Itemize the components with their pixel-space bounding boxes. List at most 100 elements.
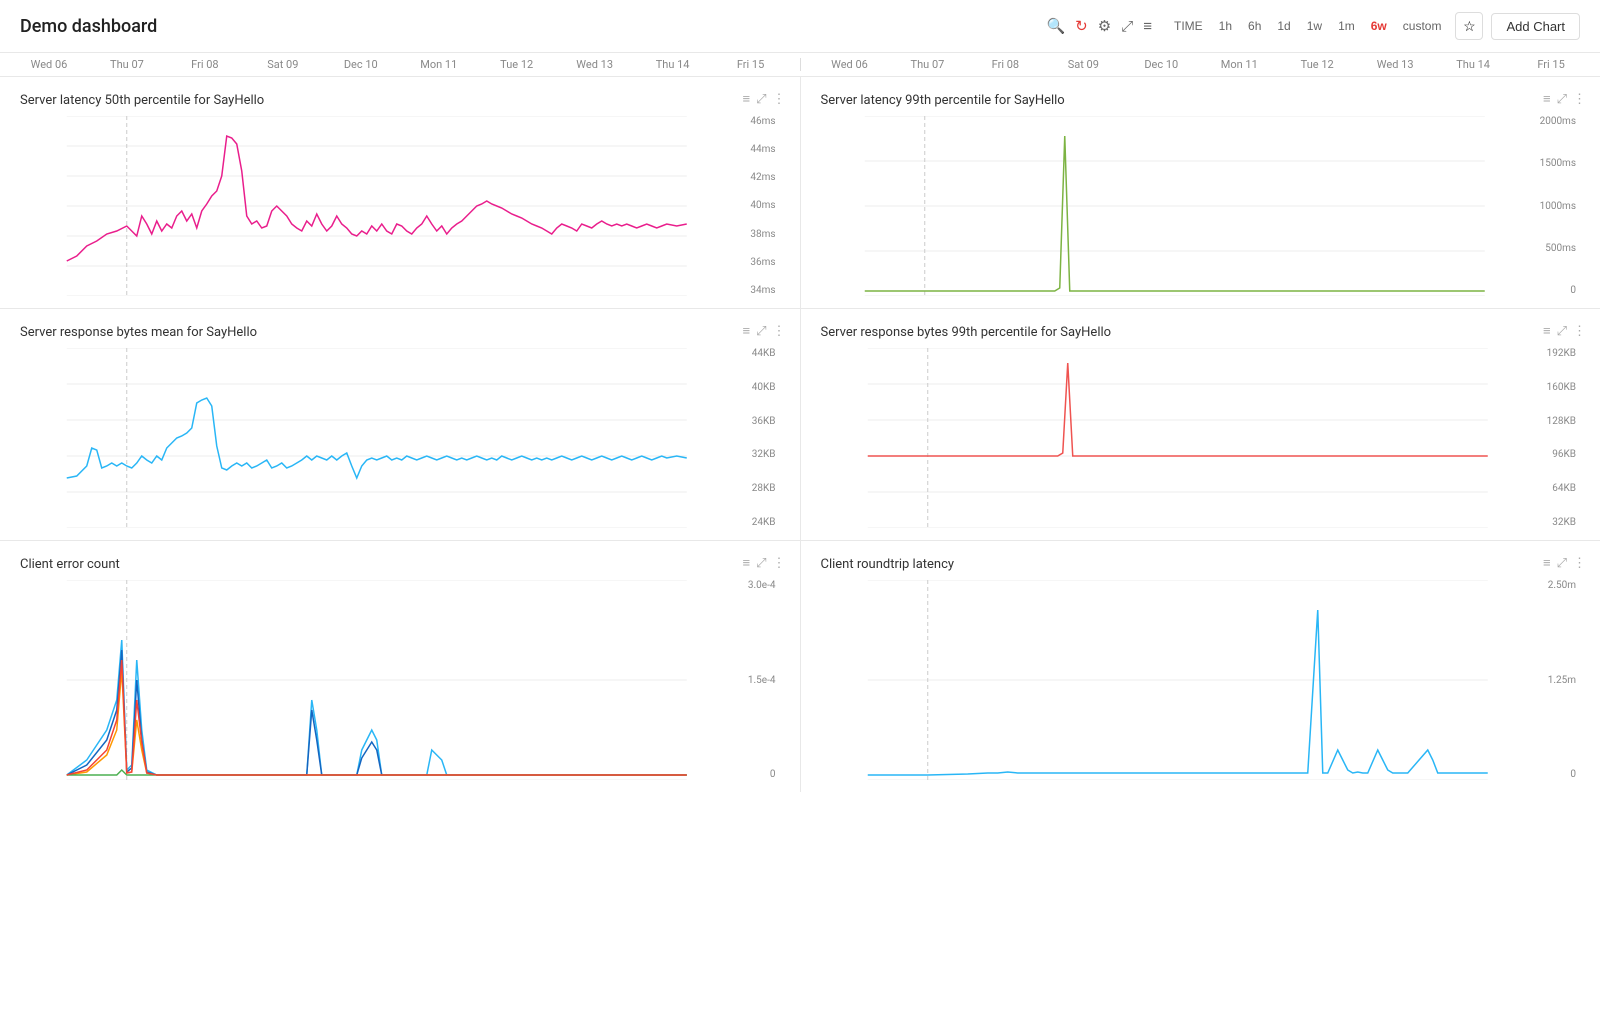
time-btn-1d[interactable]: 1d	[1271, 17, 1296, 35]
expand-icon-5[interactable]: ⤢	[756, 556, 766, 571]
chart-area-1: 46ms 44ms 42ms 40ms 38ms 36ms 34ms	[20, 116, 780, 296]
charts-row-2: Server response bytes mean for SayHello …	[0, 309, 1600, 541]
y-axis-4: 192KB 160KB 128KB 96KB 64KB 32KB	[1534, 348, 1580, 528]
date-wed13-left: Wed 13	[556, 58, 634, 71]
chart-panel-4: Server response bytes 99th percentile fo…	[801, 309, 1600, 540]
timeline-right: Wed 06 Thu 07 Fri 08 Sat 09 Dec 10 Mon 1…	[801, 58, 1600, 71]
date-fri15-left: Fri 15	[712, 58, 790, 71]
time-btn-TIME[interactable]: TIME	[1168, 17, 1209, 35]
y-axis-2: 2000ms 1500ms 1000ms 500ms 0	[1528, 116, 1580, 296]
settings-icon[interactable]: ⚙	[1098, 17, 1111, 35]
chart-panel-3: Server response bytes mean for SayHello …	[0, 309, 801, 540]
more-icon-4[interactable]: ⋮	[1573, 324, 1586, 339]
chart-svg-2	[821, 116, 1529, 296]
timeline-left: Wed 06 Thu 07 Fri 08 Sat 09 Dec 10 Mon 1…	[0, 58, 800, 71]
chart-title-4: Server response bytes 99th percentile fo…	[821, 325, 1581, 340]
y-axis-3: 44KB 40KB 36KB 32KB 28KB 24KB	[734, 348, 780, 528]
refresh-icon[interactable]: ↻	[1075, 17, 1088, 35]
date-wed06-left: Wed 06	[10, 58, 88, 71]
date-tue12-left: Tue 12	[478, 58, 556, 71]
date-dec10-left: Dec 10	[322, 58, 400, 71]
time-controls: TIME 1h 6h 1d 1w 1m 6w custom	[1168, 17, 1447, 35]
more-icon-6[interactable]: ⋮	[1573, 556, 1586, 571]
charts-row-1: Server latency 50th percentile for SayHe…	[0, 77, 1600, 309]
chart-svg-4	[821, 348, 1535, 528]
legend-icon-5[interactable]: ≡	[743, 555, 751, 571]
date-fri08-right: Fri 08	[966, 58, 1044, 71]
expand-icon-1[interactable]: ⤢	[756, 92, 766, 107]
date-wed13-right: Wed 13	[1356, 58, 1434, 71]
timeline-bar: Wed 06 Thu 07 Fri 08 Sat 09 Dec 10 Mon 1…	[0, 53, 1600, 77]
expand-icon-3[interactable]: ⤢	[756, 324, 766, 339]
more-icon-5[interactable]: ⋮	[773, 556, 786, 571]
date-thu07-left: Thu 07	[88, 58, 166, 71]
more-icon-1[interactable]: ⋮	[773, 92, 786, 107]
chart-area-2: 2000ms 1500ms 1000ms 500ms 0	[821, 116, 1581, 296]
chart-title-2: Server latency 99th percentile for SayHe…	[821, 93, 1581, 108]
chart-toolbar-2: ≡ ⤢ ⋮	[1543, 91, 1586, 107]
legend-icon-4[interactable]: ≡	[1543, 323, 1551, 339]
time-btn-1h[interactable]: 1h	[1213, 17, 1238, 35]
chart-svg-6	[821, 580, 1535, 780]
header-icons: 🔍 ↻ ⚙ ⤢ ≡	[1046, 17, 1152, 35]
chart-panel-2: Server latency 99th percentile for SayHe…	[801, 77, 1600, 308]
time-btn-1w[interactable]: 1w	[1301, 17, 1328, 35]
y-axis-6: 2.50m 1.25m 0	[1534, 580, 1580, 780]
search-icon[interactable]: 🔍	[1046, 17, 1065, 35]
chart-title-1: Server latency 50th percentile for SayHe…	[20, 93, 780, 108]
date-sat09-left: Sat 09	[244, 58, 322, 71]
add-chart-button[interactable]: Add Chart	[1491, 13, 1580, 40]
time-btn-6w[interactable]: 6w	[1365, 17, 1393, 35]
chart-panel-6: Client roundtrip latency ≡ ⤢ ⋮ 2.50m 1.2…	[801, 541, 1600, 792]
date-fri15-right: Fri 15	[1512, 58, 1590, 71]
chart-title-5: Client error count	[20, 557, 780, 572]
chart-panel-5: Client error count ≡ ⤢ ⋮	[0, 541, 801, 792]
date-wed06-right: Wed 06	[811, 58, 889, 71]
date-thu14-left: Thu 14	[634, 58, 712, 71]
legend-icon-2[interactable]: ≡	[1543, 91, 1551, 107]
expand-icon-2[interactable]: ⤢	[1557, 92, 1567, 107]
chart-toolbar-1: ≡ ⤢ ⋮	[743, 91, 786, 107]
date-thu14-right: Thu 14	[1434, 58, 1512, 71]
chart-svg-1	[20, 116, 734, 296]
chart-toolbar-6: ≡ ⤢ ⋮	[1543, 555, 1586, 571]
chart-title-3: Server response bytes mean for SayHello	[20, 325, 780, 340]
chart-area-4: 192KB 160KB 128KB 96KB 64KB 32KB	[821, 348, 1581, 528]
y-axis-1: 46ms 44ms 42ms 40ms 38ms 36ms 34ms	[734, 116, 780, 296]
chart-area-3: 44KB 40KB 36KB 32KB 28KB 24KB	[20, 348, 780, 528]
time-btn-custom[interactable]: custom	[1397, 17, 1448, 35]
legend-icon-3[interactable]: ≡	[743, 323, 751, 339]
legend-icon-6[interactable]: ≡	[1543, 555, 1551, 571]
fullscreen-icon[interactable]: ⤢	[1121, 17, 1133, 35]
legend-icon-1[interactable]: ≡	[743, 91, 751, 107]
chart-area-6: 2.50m 1.25m 0	[821, 580, 1581, 780]
chart-title-6: Client roundtrip latency	[821, 557, 1581, 572]
header-controls: 🔍 ↻ ⚙ ⤢ ≡ TIME 1h 6h 1d 1w 1m 6w custom …	[1046, 12, 1580, 40]
page-title: Demo dashboard	[20, 16, 157, 37]
menu-icon[interactable]: ≡	[1143, 17, 1152, 35]
date-fri08-left: Fri 08	[166, 58, 244, 71]
charts-row-3: Client error count ≡ ⤢ ⋮	[0, 541, 1600, 792]
date-mon11-right: Mon 11	[1200, 58, 1278, 71]
chart-panel-1: Server latency 50th percentile for SayHe…	[0, 77, 801, 308]
more-icon-2[interactable]: ⋮	[1573, 92, 1586, 107]
chart-toolbar-3: ≡ ⤢ ⋮	[743, 323, 786, 339]
date-thu07-right: Thu 07	[888, 58, 966, 71]
chart-area-5: 3.0e-4 1.5e-4 0	[20, 580, 780, 780]
star-button[interactable]: ☆	[1455, 12, 1483, 40]
chart-svg-3	[20, 348, 734, 528]
date-dec10-right: Dec 10	[1122, 58, 1200, 71]
y-axis-5: 3.0e-4 1.5e-4 0	[734, 580, 780, 780]
expand-icon-6[interactable]: ⤢	[1557, 556, 1567, 571]
chart-toolbar-5: ≡ ⤢ ⋮	[743, 555, 786, 571]
time-btn-1m[interactable]: 1m	[1332, 17, 1361, 35]
more-icon-3[interactable]: ⋮	[773, 324, 786, 339]
chart-svg-5	[20, 580, 734, 780]
date-mon11-left: Mon 11	[400, 58, 478, 71]
time-btn-6h[interactable]: 6h	[1242, 17, 1267, 35]
date-tue12-right: Tue 12	[1278, 58, 1356, 71]
chart-toolbar-4: ≡ ⤢ ⋮	[1543, 323, 1586, 339]
date-sat09-right: Sat 09	[1044, 58, 1122, 71]
expand-icon-4[interactable]: ⤢	[1557, 324, 1567, 339]
header: Demo dashboard 🔍 ↻ ⚙ ⤢ ≡ TIME 1h 6h 1d 1…	[0, 0, 1600, 53]
